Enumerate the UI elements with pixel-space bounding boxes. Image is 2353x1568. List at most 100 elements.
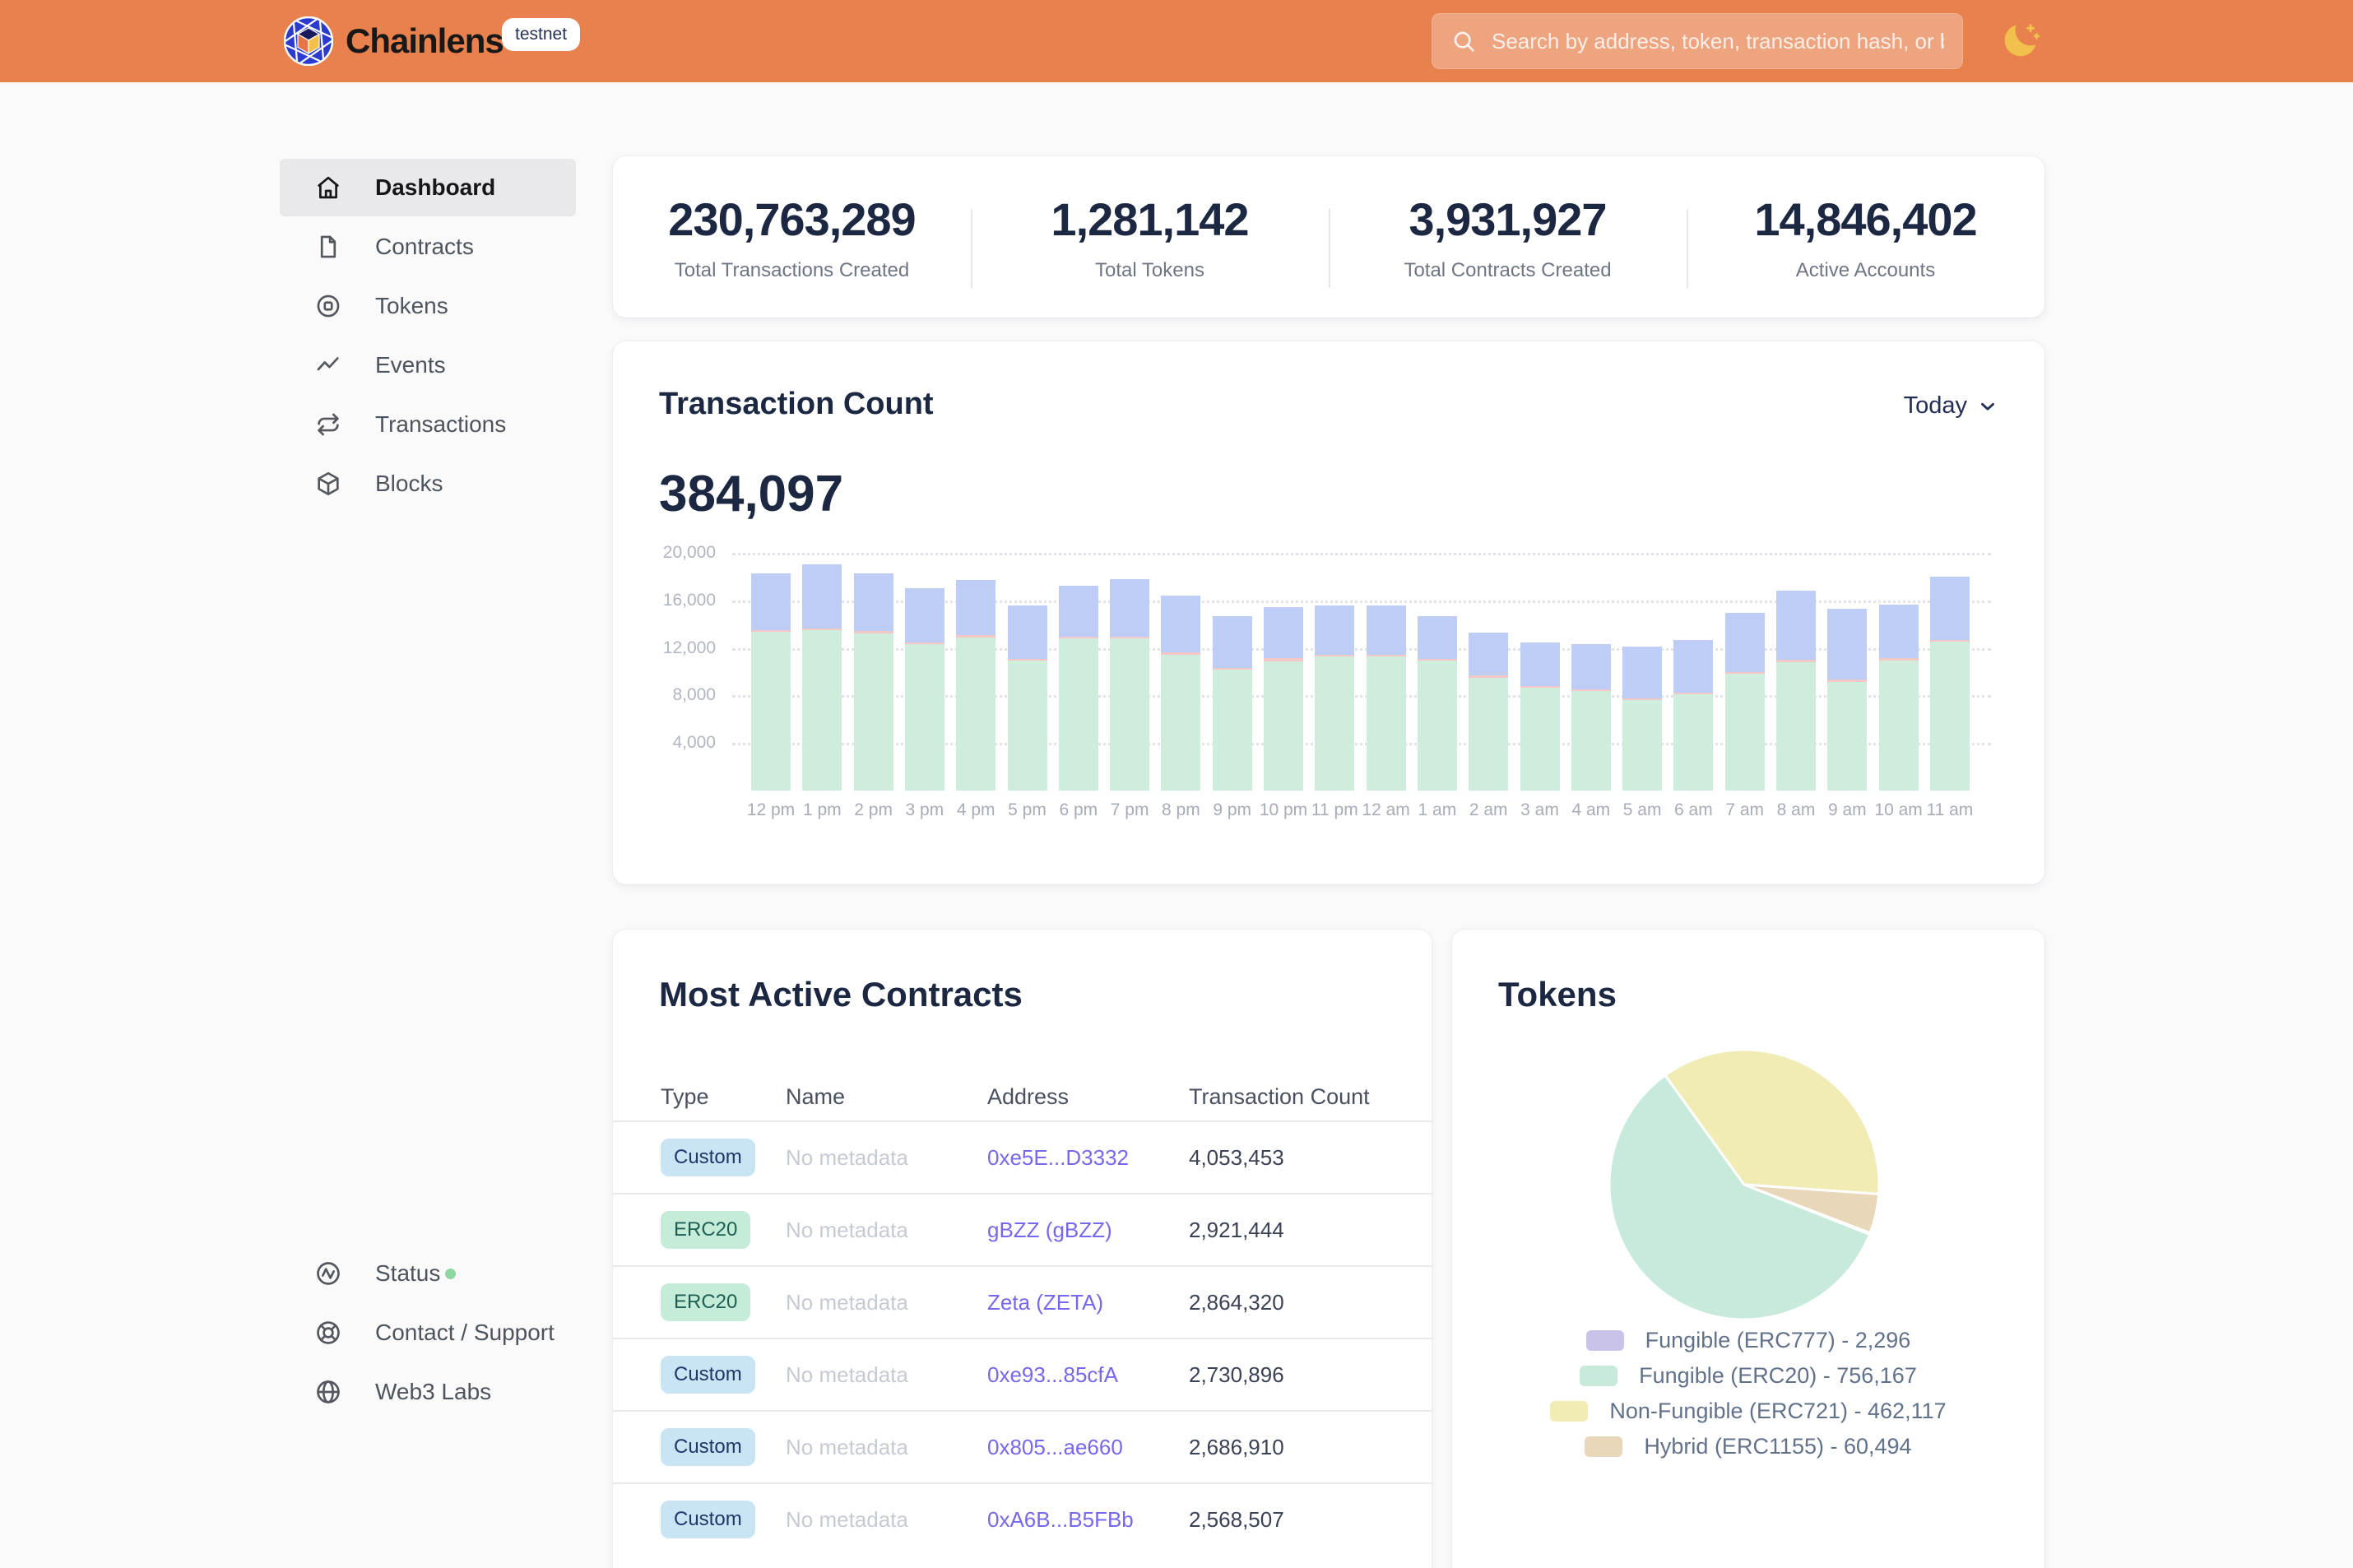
most-active-contracts-title: Most Active Contracts xyxy=(659,975,1023,1014)
sidebar-item-tokens[interactable]: Tokens xyxy=(280,277,576,335)
segment-top xyxy=(1367,605,1406,654)
search-icon xyxy=(1450,28,1477,54)
contract-address-link[interactable]: 0xe93...85cfA xyxy=(987,1362,1189,1388)
stat-label: Total Contracts Created xyxy=(1404,259,1611,282)
chainlens-logo[interactable] xyxy=(284,16,333,66)
time-range-dropdown[interactable]: Today xyxy=(1904,392,1998,420)
bar-4-am xyxy=(1571,644,1611,791)
stat-label: Total Tokens xyxy=(1095,259,1204,282)
column-header-address: Address xyxy=(987,1084,1189,1110)
segment-bottom xyxy=(751,632,791,791)
theme-toggle-button[interactable] xyxy=(1998,18,2044,64)
legend-label: Fungible (ERC777) - 2,296 xyxy=(1645,1328,1911,1353)
sidebar-nav: Dashboard Contracts Tokens EventsTransactio… xyxy=(280,159,576,514)
bar-7-pm xyxy=(1110,579,1149,791)
type-badge-custom: Custom xyxy=(661,1501,755,1538)
bar-12-pm xyxy=(751,573,791,791)
contract-address-link[interactable]: 0xe5E...D3332 xyxy=(987,1145,1189,1171)
tokens-pie-legend: Fungible (ERC777) - 2,296Fungible (ERC20… xyxy=(1452,1323,2044,1464)
contract-address-link[interactable]: gBZZ (gBZZ) xyxy=(987,1218,1189,1243)
sidebar-item-contact-support[interactable]: Contact / Support xyxy=(280,1304,576,1362)
segment-top xyxy=(854,573,893,632)
segment-top xyxy=(1161,596,1200,652)
contract-address-link[interactable]: 0x805...ae660 xyxy=(987,1435,1189,1460)
segment-top xyxy=(1879,605,1919,658)
cell-name: No metadata xyxy=(786,1290,987,1315)
home-icon xyxy=(314,174,342,202)
stat-value: 14,846,402 xyxy=(1754,193,1976,246)
stat-total-transactions-created: 230,763,289Total Transactions Created xyxy=(613,156,971,318)
legend-label: Non-Fungible (ERC721) - 462,117 xyxy=(1609,1399,1946,1424)
contract-address-link[interactable]: 0xA6B...B5FBb xyxy=(987,1507,1189,1533)
segment-top xyxy=(1827,609,1867,680)
cell-transaction-count: 2,568,507 xyxy=(1189,1507,1399,1533)
bar-2-am xyxy=(1469,633,1508,791)
sidebar-item-status[interactable]: Status xyxy=(280,1245,576,1302)
status-online-dot xyxy=(445,1269,456,1279)
sidebar-item-contracts[interactable]: Contracts xyxy=(280,218,576,276)
most-active-contracts-card: Most Active Contracts TypeNameAddressTra… xyxy=(613,930,1432,1568)
segment-top xyxy=(1264,607,1303,658)
cell-type: ERC20 xyxy=(661,1211,786,1249)
sidebar-item-blocks[interactable]: Blocks xyxy=(280,455,576,513)
sidebar-item-transactions[interactable]: Transactions xyxy=(280,396,576,453)
stat-total-tokens: 1,281,142Total Tokens xyxy=(971,156,1329,318)
bar-12-am xyxy=(1367,605,1406,791)
segment-bottom xyxy=(1315,656,1354,791)
segment-bottom xyxy=(1622,700,1662,791)
brand-title: Chainlens xyxy=(346,0,504,82)
sidebar-item-label: Web3 Labs xyxy=(375,1379,491,1405)
column-header-transaction-count: Transaction Count xyxy=(1189,1084,1399,1110)
type-badge-erc20: ERC20 xyxy=(661,1211,750,1249)
search-input[interactable] xyxy=(1492,29,1944,54)
bar-6-am xyxy=(1673,640,1713,791)
segment-top xyxy=(1930,577,1970,640)
table-row: ERC20 No metadatagBZZ (gBZZ)2,921,444 xyxy=(613,1193,1432,1265)
bar-5-pm xyxy=(1008,605,1047,791)
stat-label: Active Accounts xyxy=(1796,259,1935,282)
sidebar-item-label: Blocks xyxy=(375,471,443,497)
type-badge-custom: Custom xyxy=(661,1356,755,1394)
cell-type: ERC20 xyxy=(661,1283,786,1321)
bar-8-pm xyxy=(1161,596,1200,791)
cell-name: No metadata xyxy=(786,1218,987,1243)
segment-top xyxy=(1673,640,1713,693)
stat-label: Total Transactions Created xyxy=(675,259,909,282)
stat-total-contracts-created: 3,931,927Total Contracts Created xyxy=(1329,156,1687,318)
segment-bottom xyxy=(1161,655,1200,791)
bar-9-am xyxy=(1827,609,1867,791)
sidebar-item-web3-labs[interactable]: Web3 Labs xyxy=(280,1363,576,1421)
sidebar-item-label: Contact / Support xyxy=(375,1320,555,1346)
segment-bottom xyxy=(1879,661,1919,791)
cell-transaction-count: 2,921,444 xyxy=(1189,1218,1399,1243)
contract-address-link[interactable]: Zeta (ZETA) xyxy=(987,1290,1189,1315)
type-badge-custom: Custom xyxy=(661,1139,755,1176)
segment-top xyxy=(1725,613,1765,672)
bar-11-am xyxy=(1930,577,1970,791)
segment-top xyxy=(1059,586,1098,637)
cell-name: No metadata xyxy=(786,1507,987,1533)
sidebar-item-label: Tokens xyxy=(375,293,448,319)
segment-bottom xyxy=(1213,670,1252,791)
segment-top xyxy=(956,580,996,635)
bar-10-am xyxy=(1879,605,1919,791)
segment-top xyxy=(1776,591,1816,661)
sidebar-item-events[interactable]: Events xyxy=(280,336,576,394)
cell-name: No metadata xyxy=(786,1145,987,1171)
cell-name: No metadata xyxy=(786,1435,987,1460)
segment-top xyxy=(905,588,944,642)
environment-badge: testnet xyxy=(502,18,580,51)
globe-icon xyxy=(314,1378,342,1406)
global-search xyxy=(1432,13,1963,69)
sidebar-item-label: Contracts xyxy=(375,234,474,260)
segment-bottom xyxy=(1930,642,1970,791)
tokens-title: Tokens xyxy=(1498,975,1617,1014)
table-row: ERC20No metadataZeta (ZETA)2,864,320 xyxy=(613,1265,1432,1338)
cell-transaction-count: 2,730,896 xyxy=(1189,1362,1399,1388)
events-icon xyxy=(314,351,342,379)
segment-top xyxy=(751,573,791,630)
legend-item-non-fungible-erc721: Non-Fungible (ERC721) - 462,117 xyxy=(1452,1394,2044,1429)
sidebar-item-dashboard[interactable]: Dashboard xyxy=(280,159,576,216)
sidebar-footer-nav: Status Contact / Support Web3 Labs xyxy=(280,1245,576,1422)
type-badge-erc20: ERC20 xyxy=(661,1283,750,1321)
